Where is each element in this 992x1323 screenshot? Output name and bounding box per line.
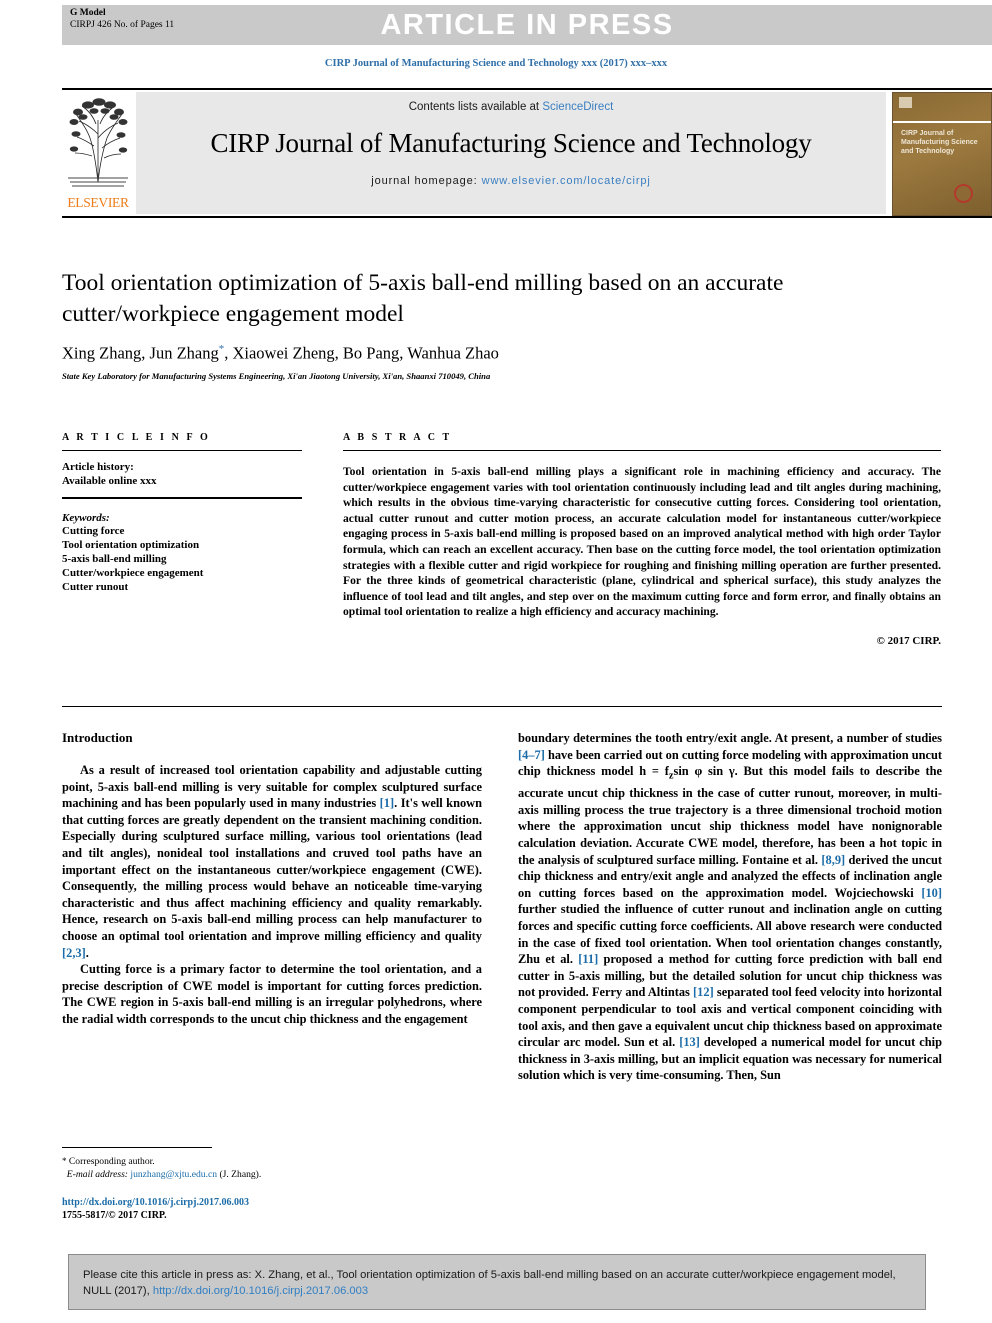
elsevier-logo: ELSEVIER [62, 92, 134, 214]
article-history: Article history: Available online xxx [62, 460, 302, 488]
citation-ref-1[interactable]: [1] [380, 796, 394, 810]
masthead-bottom-rule [62, 216, 992, 218]
citation-ref-8-9[interactable]: [8,9] [821, 853, 845, 867]
author-affiliation: State Key Laboratory for Manufacturing S… [62, 371, 491, 381]
intro-paragraph-1: As a result of increased tool orientatio… [62, 762, 482, 961]
elsevier-wordmark: ELSEVIER [67, 195, 129, 210]
footnote-separator-rule [62, 1147, 212, 1148]
article-info-heading: A R T I C L E I N F O [62, 432, 211, 443]
keyword-item: Tool orientation optimization [62, 539, 200, 551]
cover-title-text: CIRP Journal of Manufacturing Science an… [901, 130, 978, 155]
citation-ref-11[interactable]: [11] [578, 952, 598, 966]
article-history-value: Available online xxx [62, 475, 157, 487]
authors-part-two: , Xiaowei Zheng, Bo Pang, Wanhua Zhao [224, 343, 499, 363]
abstract-rule [343, 450, 941, 451]
cirp-emblem-icon [954, 184, 973, 203]
abstract-column: A B S T R A C T Tool orientation in 5-ax… [343, 432, 941, 647]
email-label: E-mail address: [66, 1168, 128, 1180]
keyword-item: Cutter runout [62, 581, 129, 593]
body-column-right: boundary determines the tooth entry/exit… [518, 730, 942, 1084]
body-column-left: Introduction As a result of increased to… [62, 730, 482, 1028]
article-info-rule-top [62, 450, 302, 451]
citation-ref-13[interactable]: [13] [679, 1035, 700, 1049]
masthead-top-rule [62, 88, 992, 90]
elsevier-tree-icon [68, 98, 128, 187]
journal-homepage-line: journal homepage: www.elsevier.com/locat… [136, 175, 886, 187]
keywords-label: Keywords: [62, 512, 110, 524]
cover-divider [893, 121, 991, 123]
intro-p1-text-c: . [85, 945, 89, 960]
footnote-block: * Corresponding author. E-mail address: … [62, 1155, 482, 1181]
authors-part-one: Xing Zhang, Jun Zhang [62, 343, 219, 363]
citation-ref-2-3[interactable]: [2,3] [62, 946, 86, 960]
keyword-item: Cutter/workpiece engagement [62, 567, 204, 579]
intro-paragraph-2: Cutting force is a primary factor to det… [62, 962, 482, 1026]
article-in-press-text: ARTICLE IN PRESS [380, 9, 674, 41]
contents-list-line: Contents lists available at ScienceDirec… [136, 101, 886, 113]
citation-ref-12[interactable]: [12] [693, 985, 714, 999]
asterisk-icon: * [62, 1156, 67, 1166]
formula-phi: φ [694, 764, 703, 779]
journal-masthead: ELSEVIER Contents lists available at Sci… [62, 92, 992, 216]
email-link[interactable]: junzhang@xjtu.edu.cn [130, 1169, 217, 1180]
intro-paragraph-3: boundary determines the tooth entry/exit… [518, 730, 942, 1084]
email-note: E-mail address: junzhang@xjtu.edu.cn (J.… [62, 1169, 482, 1182]
abstract-copyright: © 2017 CIRP. [876, 634, 941, 647]
citation-ref-4-7[interactable]: [4–7] [518, 748, 545, 762]
page-title: Tool orientation optimization of 5-axis … [62, 270, 784, 327]
keyword-item: 5-axis ball-end milling [62, 553, 167, 565]
citation-notice-box: Please cite this article in press as: X.… [68, 1254, 926, 1310]
citation-ref-10[interactable]: [10] [921, 886, 942, 900]
contents-prefix: Contents lists available at [408, 101, 543, 113]
corresponding-author-text: Corresponding author. [68, 1156, 155, 1167]
abstract-text: Tool orientation in 5-axis ball-end mill… [343, 465, 941, 619]
homepage-label: journal homepage: [371, 175, 482, 187]
corresponding-author-note: * Corresponding author. [62, 1155, 482, 1169]
article-in-press-banner: G Model CIRPJ 426 No. of Pages 11 ARTICL… [62, 5, 992, 45]
keywords-block: Keywords: Cutting force Tool orientation… [62, 512, 302, 594]
citation-notice-text: Please cite this article in press as: X.… [83, 1267, 913, 1299]
journal-title: CIRP Journal of Manufacturing Science an… [210, 128, 812, 158]
body-separator-rule [62, 706, 942, 707]
keyword-item: Cutting force [62, 525, 125, 537]
sciencedirect-link[interactable]: ScienceDirect [542, 101, 613, 113]
author-list: Xing Zhang, Jun Zhang*, Xiaowei Zheng, B… [62, 343, 902, 364]
doi-link[interactable]: http://dx.doi.org/10.1016/j.cirpj.2017.0… [62, 1196, 482, 1209]
intro-p1-text-b: . It's well known that cutting forces ar… [62, 796, 482, 943]
journal-cover-thumbnail: CIRP Journal of Manufacturing Science an… [892, 92, 992, 216]
section-heading-introduction: Introduction [62, 730, 133, 745]
article-info-column: A R T I C L E I N F O Article history: A… [62, 432, 302, 594]
intro-p3-text-b3: sin [702, 764, 729, 779]
article-history-label: Article history: [62, 461, 134, 473]
intro-p3-text-b2: sin [673, 764, 695, 779]
citation-notice-link[interactable]: http://dx.doi.org/10.1016/j.cirpj.2017.0… [153, 1285, 368, 1297]
issn-copyright: 1755-5817/© 2017 CIRP. [62, 1210, 167, 1221]
article-info-rule-bottom [62, 497, 302, 499]
abstract-heading: A B S T R A C T [343, 432, 452, 443]
cover-mini-logo-icon [899, 97, 912, 108]
masthead-center: Contents lists available at ScienceDirec… [136, 92, 886, 214]
doi-block: http://dx.doi.org/10.1016/j.cirpj.2017.0… [62, 1196, 482, 1222]
intro-p3-text-a: boundary determines the tooth entry/exit… [518, 731, 942, 745]
journal-reference-line: CIRP Journal of Manufacturing Science an… [324, 58, 668, 69]
email-owner: (J. Zhang). [219, 1168, 262, 1180]
intro-p3-text-c: . But this model fails to describe the a… [518, 764, 942, 867]
homepage-url[interactable]: www.elsevier.com/locate/cirpj [482, 175, 651, 187]
